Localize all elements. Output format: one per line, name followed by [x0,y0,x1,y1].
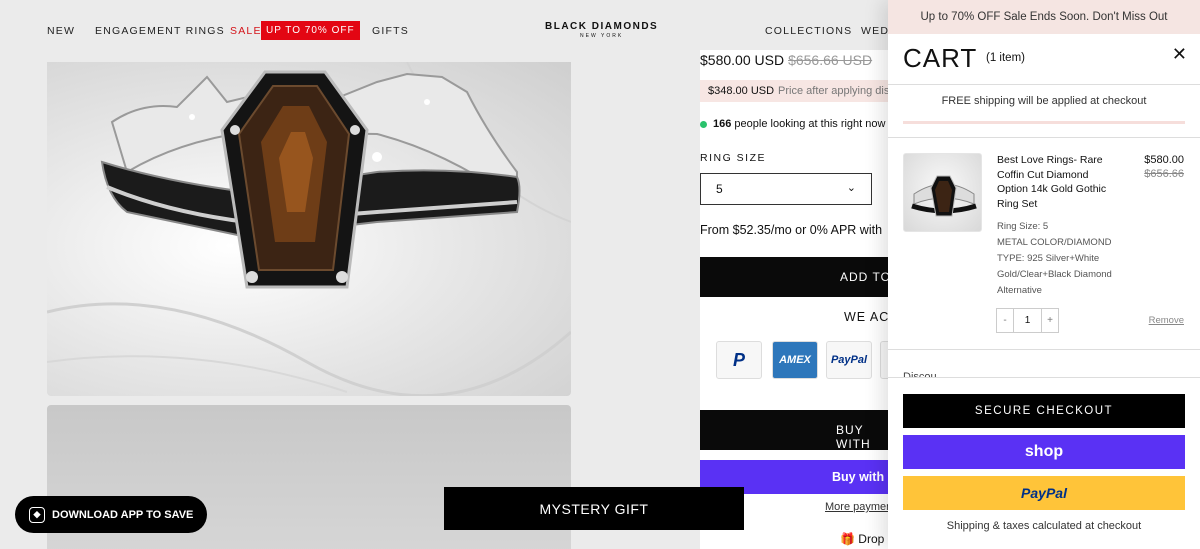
amex-icon: AMEX [772,341,818,379]
close-icon[interactable]: ✕ [1172,44,1187,65]
nav-engagement-rings[interactable]: ENGAGEMENT RINGS [95,25,225,37]
we-accept-label: WE AC [844,310,888,324]
announcement-bar: Up to 70% OFF Sale Ends Soon. Don't Miss… [888,0,1200,34]
divider [888,349,1200,350]
download-app-button[interactable]: ◆ DOWNLOAD APP TO SAVE [15,496,207,533]
viewers-count: 166 [713,118,732,130]
paypal-button[interactable]: PayPal [903,476,1185,510]
cart-footer: SECURE CHECKOUT shop PayPal Shipping & t… [888,377,1200,549]
logo-text: BLACK DIAMONDS [545,21,659,32]
remove-item-link[interactable]: Remove [1149,315,1184,326]
live-dot-icon [700,120,707,128]
cart-item-count: (1 item) [986,52,1025,64]
secure-checkout-button[interactable]: SECURE CHECKOUT [903,394,1185,428]
compare-price: $656.66 USD [788,52,873,68]
item-price-compare: $656.66 [1144,168,1184,180]
nav-collections[interactable]: COLLECTIONS [765,25,852,37]
product-image-main[interactable] [47,62,571,396]
cart-item-price: $580.00 $656.66 [1144,153,1184,181]
shipping-note: FREE shipping will be applied at checkou… [941,95,1147,107]
paypal-icon: PayPal [826,341,872,379]
price-row: $580.00 USD $656.66 USD [700,52,872,68]
cart-item-name[interactable]: Best Love Rings- Rare Coffin Cut Diamond… [997,153,1122,211]
taxes-note: Shipping & taxes calculated at checkout [946,520,1142,532]
product-page: NEW ENGAGEMENT RINGS SALE UP TO 70% OFF … [0,0,1200,549]
nav-sale[interactable]: SALE [230,25,262,37]
ring-size-label: RING SIZE [700,152,767,164]
live-viewers: 166 people looking at this right now [700,118,885,130]
venmo-icon: V [880,341,888,379]
nav-gifts[interactable]: GIFTS [372,25,409,37]
promo-banner: $348.00 USD Price after applying disc [700,80,888,102]
item-metal-color: METAL COLOR/DIAMOND TYPE: 925 Silver+Whi… [997,237,1112,296]
quantity-stepper: - 1 + [996,308,1059,333]
item-ring-size: Ring Size: 5 [997,221,1049,232]
add-to-cart-button[interactable]: ADD TO [700,257,888,297]
product-info: $580.00 USD $656.66 USD $348.00 USD Price … [700,50,888,549]
promo-hint: Price after applying disc [778,85,888,97]
shipping-progress-bar [903,121,1185,124]
paypal-p-icon: P [716,341,762,379]
financing-text: From $52.35/mo or 0% APR with [700,223,883,237]
divider [888,137,1200,138]
item-price-current: $580.00 [1144,154,1184,166]
cart-item-options: Ring Size: 5 METAL COLOR/DIAMOND TYPE: 9… [997,219,1122,299]
ring-illustration [47,62,571,396]
mystery-gift-button[interactable]: MYSTERY GIFT [444,487,744,530]
sale-badge[interactable]: UP TO 70% OFF [261,21,360,40]
divider [888,84,1200,85]
drop-hint-label: Drop [858,532,885,546]
drop-hint[interactable]: 🎁 Drop [840,532,884,546]
logo-subtext: NEW YORK [580,33,624,39]
gift-icon: 🎁 [840,532,855,546]
cart-item-thumbnail[interactable] [903,153,982,232]
ring-size-value: 5 [716,182,723,196]
chevron-down-icon: ⌄ [846,182,856,194]
ring-thumbnail [911,175,977,217]
qty-decrease-button[interactable]: - [997,309,1013,332]
more-payment-options-link[interactable]: More paymen [825,501,888,513]
app-icon: ◆ [29,506,45,523]
current-price: $580.00 USD [700,52,785,68]
brand-logo[interactable]: BLACK DIAMONDS NEW YORK [545,21,658,39]
qty-increase-button[interactable]: + [1042,309,1058,332]
qty-value[interactable]: 1 [1013,309,1042,332]
viewers-text: people looking at this right now [734,118,886,130]
promo-price: $348.00 USD [708,85,775,97]
cart-title: CART [903,43,978,73]
download-app-label: DOWNLOAD APP TO SAVE [52,508,194,521]
nav-new[interactable]: NEW [47,25,75,37]
cart-drawer: Up to 70% OFF Sale Ends Soon. Don't Miss… [888,0,1200,549]
ring-size-select[interactable]: 5 ⌄ [700,173,872,205]
buy-with-button[interactable]: BUY WITH [700,410,888,451]
shop-pay-button[interactable]: shop [903,435,1185,469]
